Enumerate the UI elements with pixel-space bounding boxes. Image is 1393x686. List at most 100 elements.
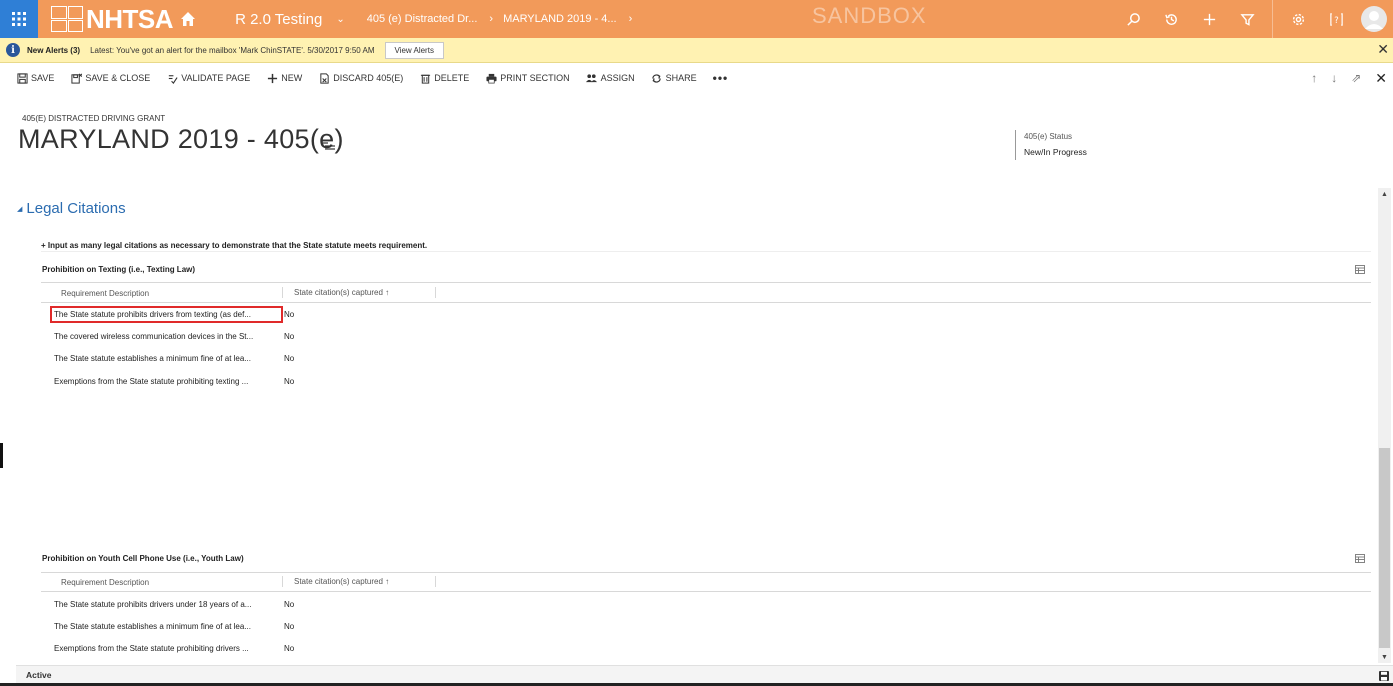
validate-label: VALIDATE PAGE bbox=[181, 73, 251, 83]
help-icon: ? bbox=[1329, 12, 1343, 26]
section-toggle-legal-citations[interactable]: ◢ Legal Citations bbox=[17, 200, 126, 217]
area-selector[interactable]: R 2.0 Testing ⌄ bbox=[235, 11, 345, 28]
save-button[interactable]: SAVE bbox=[16, 72, 54, 84]
plus-icon bbox=[267, 73, 277, 83]
vertical-scrollbar[interactable]: ▲ ▼ bbox=[1378, 188, 1391, 663]
scroll-up-arrow-icon[interactable]: ▲ bbox=[1381, 191, 1388, 198]
top-navigation-bar: NHTSA R 2.0 Testing ⌄ 405 (e) Distracted… bbox=[0, 0, 1393, 38]
table-row[interactable]: Exemptions from the State statute prohib… bbox=[41, 373, 641, 391]
sandbox-watermark: SANDBOX bbox=[812, 3, 927, 28]
waffle-icon bbox=[12, 12, 26, 26]
gear-icon bbox=[1292, 13, 1304, 25]
app-launcher-button[interactable] bbox=[0, 0, 38, 38]
search-button[interactable] bbox=[1114, 0, 1152, 38]
record-navigation: ↑ ↓ ⇗ ✕ bbox=[1311, 64, 1387, 92]
save-close-icon bbox=[71, 73, 82, 84]
more-commands-button[interactable]: ••• bbox=[713, 71, 729, 85]
status-value[interactable]: New/In Progress bbox=[1024, 147, 1092, 157]
previous-record-arrow-icon[interactable]: ↑ bbox=[1311, 71, 1317, 85]
column-header-citation[interactable]: State citation(s) captured ↑ bbox=[294, 577, 389, 586]
table-row[interactable]: The State statute establishes a minimum … bbox=[41, 618, 641, 636]
share-button[interactable]: SHARE bbox=[651, 72, 697, 84]
new-button[interactable]: NEW bbox=[266, 72, 302, 84]
discard-button[interactable]: DISCARD 405(E) bbox=[318, 72, 403, 84]
header-status-field: 405(e) Status New/In Progress bbox=[1015, 130, 1092, 160]
share-label: SHARE bbox=[665, 73, 697, 83]
user-avatar-icon bbox=[1361, 6, 1387, 32]
scrollbar-thumb[interactable] bbox=[1379, 448, 1390, 648]
grid-view-icon[interactable] bbox=[1355, 554, 1365, 563]
breadcrumb-item-record[interactable]: MARYLAND 2019 - 4... bbox=[503, 13, 617, 25]
save-label: SAVE bbox=[31, 73, 55, 83]
status-label: 405(e) Status bbox=[1024, 132, 1073, 141]
citation-cell: No bbox=[284, 377, 295, 386]
help-button[interactable]: ? bbox=[1317, 0, 1355, 38]
user-profile-button[interactable] bbox=[1355, 0, 1393, 38]
chevron-right-icon: › bbox=[489, 13, 494, 25]
print-label: PRINT SECTION bbox=[500, 73, 570, 83]
table-row[interactable]: The covered wireless communication devic… bbox=[41, 328, 641, 346]
requirement-cell: Exemptions from the State statute prohib… bbox=[54, 644, 249, 653]
save-and-close-button[interactable]: SAVE & CLOSE bbox=[70, 72, 150, 84]
home-icon[interactable] bbox=[179, 10, 197, 28]
column-separator bbox=[435, 576, 436, 587]
alert-message: Latest: You've got an alert for the mail… bbox=[90, 45, 375, 55]
save-icon[interactable] bbox=[1379, 671, 1389, 681]
column-header-requirement[interactable]: Requirement Description bbox=[61, 289, 149, 298]
discard-label: DISCARD 405(E) bbox=[333, 73, 404, 83]
save-close-label: SAVE & CLOSE bbox=[85, 73, 151, 83]
requirement-cell: The State statute establishes a minimum … bbox=[54, 622, 251, 631]
requirement-cell: The State statute prohibits drivers from… bbox=[50, 306, 283, 323]
column-header-citation[interactable]: State citation(s) captured ↑ bbox=[294, 288, 389, 297]
create-button[interactable] bbox=[1190, 0, 1228, 38]
breadcrumb-item-entity[interactable]: 405 (e) Distracted Dr... bbox=[367, 13, 478, 25]
subgrid-title-texting: Prohibition on Texting (i.e., Texting La… bbox=[42, 265, 196, 274]
entity-type-label: 405(E) DISTRACTED DRIVING GRANT bbox=[22, 114, 166, 123]
requirement-cell: The State statute establishes a minimum … bbox=[54, 354, 251, 363]
svg-text:?: ? bbox=[1334, 14, 1338, 24]
grid-header-row: Requirement Description State citation(s… bbox=[41, 573, 1371, 592]
advanced-find-button[interactable] bbox=[1228, 0, 1266, 38]
table-row[interactable]: The State statute establishes a minimum … bbox=[41, 350, 641, 368]
column-separator bbox=[435, 287, 436, 298]
nav-divider bbox=[1272, 0, 1273, 38]
table-row[interactable]: Exemptions from the State statute prohib… bbox=[41, 640, 641, 658]
nhtsa-emblem-icon bbox=[51, 6, 83, 32]
plus-icon bbox=[1203, 13, 1215, 25]
validate-page-button[interactable]: VALIDATE PAGE bbox=[166, 72, 250, 84]
record-title: MARYLAND 2019 - 405(e) bbox=[18, 124, 344, 154]
recent-button[interactable] bbox=[1152, 0, 1190, 38]
citation-cell: No bbox=[284, 332, 295, 341]
next-record-arrow-icon[interactable]: ↓ bbox=[1331, 71, 1337, 85]
close-icon[interactable]: ✕ bbox=[1377, 41, 1389, 58]
view-alerts-button[interactable]: View Alerts bbox=[384, 41, 444, 59]
divider bbox=[41, 251, 1371, 252]
breadcrumb: 405 (e) Distracted Dr... › MARYLAND 2019… bbox=[367, 13, 643, 25]
global-actions: ? bbox=[1114, 0, 1393, 38]
delete-label: DELETE bbox=[434, 73, 470, 83]
assign-label: ASSIGN bbox=[600, 73, 635, 83]
crm-record-page: NHTSA R 2.0 Testing ⌄ 405 (e) Distracted… bbox=[0, 0, 1393, 686]
column-header-requirement[interactable]: Requirement Description bbox=[61, 578, 149, 587]
table-row[interactable]: The State statute prohibits drivers unde… bbox=[41, 596, 641, 614]
scroll-down-arrow-icon[interactable]: ▼ bbox=[1381, 654, 1388, 661]
form-selector-icon[interactable] bbox=[322, 140, 336, 152]
left-edge-marker bbox=[0, 443, 3, 468]
grid-view-icon[interactable] bbox=[1355, 265, 1365, 274]
new-label: NEW bbox=[281, 73, 303, 83]
column-separator bbox=[282, 576, 283, 587]
table-row[interactable]: The State statute prohibits drivers from… bbox=[41, 306, 641, 324]
citation-cell: No bbox=[284, 354, 295, 363]
info-icon: i bbox=[6, 43, 20, 57]
printer-icon bbox=[486, 73, 497, 83]
assign-button[interactable]: ASSIGN bbox=[586, 72, 635, 84]
print-section-button[interactable]: PRINT SECTION bbox=[485, 72, 570, 84]
search-icon bbox=[1126, 12, 1140, 26]
settings-button[interactable] bbox=[1279, 0, 1317, 38]
close-record-icon[interactable]: ✕ bbox=[1375, 70, 1387, 87]
nhtsa-logo[interactable]: NHTSA bbox=[51, 0, 197, 38]
pop-out-icon[interactable]: ⇗ bbox=[1351, 71, 1361, 85]
delete-button[interactable]: DELETE bbox=[419, 72, 469, 84]
citation-cell: No bbox=[284, 622, 295, 631]
requirement-cell: The covered wireless communication devic… bbox=[54, 332, 254, 341]
